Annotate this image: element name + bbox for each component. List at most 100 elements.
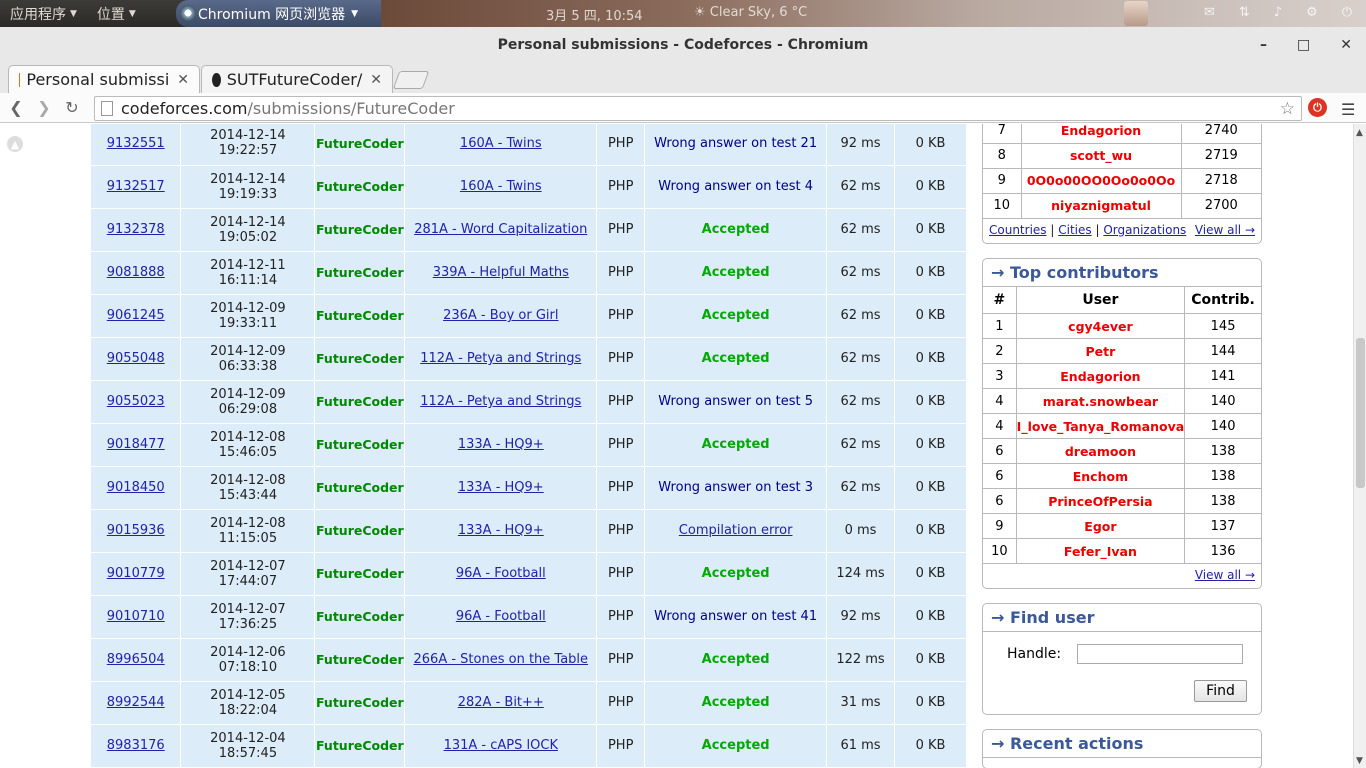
os-apps-menu[interactable]: 应用程序 ▼ [0,0,87,27]
problem-link[interactable]: 282A - Bit++ [458,695,544,710]
problem-link[interactable]: 131A - cAPS lOCK [444,738,558,753]
mail-icon[interactable]: ✉ [1204,5,1215,20]
tab-codeforces[interactable]: Personal submissi ✕ [8,65,200,93]
submission-id-link[interactable]: 8983176 [107,738,165,753]
reload-icon[interactable]: ↻ [58,94,86,122]
submission-author[interactable]: FutureCoder [314,165,406,209]
submission-id-link[interactable]: 9018477 [107,437,165,452]
submission-id-link[interactable]: 8996504 [107,652,165,667]
submission-author[interactable]: FutureCoder [314,337,406,381]
user-link[interactable]: 0O0o00OO0Oo0o0Oo [1021,168,1182,194]
user-link[interactable]: cgy4ever [1016,313,1186,339]
scrollbar-thumb[interactable] [1356,338,1365,488]
problem-link[interactable]: 133A - HQ9+ [458,523,544,538]
submission-author[interactable]: FutureCoder [314,380,406,424]
submission-author[interactable]: FutureCoder [314,294,406,338]
maximize-icon[interactable]: □ [1297,37,1310,53]
extension-icon[interactable]: ⏻ [1308,98,1327,117]
submission-author[interactable]: FutureCoder [314,509,406,553]
submission-author[interactable]: FutureCoder [314,251,406,295]
bookmark-star-icon[interactable]: ☆ [1280,99,1295,119]
submission-id-link[interactable]: 9055048 [107,351,165,366]
close-icon[interactable]: ✕ [1340,37,1352,53]
countries-link[interactable]: Countries [989,223,1047,237]
problem-link[interactable]: 266A - Stones on the Table [414,652,589,667]
problem-link[interactable]: 112A - Petya and Strings [420,351,581,366]
scroll-up-icon[interactable]: ▲ [7,136,23,152]
user-avatar[interactable] [1124,1,1148,26]
scroll-up-arrow-icon[interactable]: ▲ [1356,128,1363,138]
submission-id-link[interactable]: 9132378 [107,222,165,237]
submission-author[interactable]: FutureCoder [314,552,406,596]
os-places-menu[interactable]: 位置 ▼ [87,0,146,27]
close-tab-icon[interactable]: ✕ [177,72,189,88]
user-link[interactable]: Petr [1016,338,1186,364]
os-weather[interactable]: ☀ Clear Sky, 6 °C [694,5,807,20]
back-icon[interactable]: ❮ [2,94,30,122]
close-tab-icon[interactable]: ✕ [370,72,382,88]
submission-id-link[interactable]: 8992544 [107,695,165,710]
submission-id-link[interactable]: 9010710 [107,609,165,624]
user-link[interactable]: marat.snowbear [1016,388,1186,414]
problem-link[interactable]: 339A - Helpful Maths [433,265,569,280]
submission-author[interactable]: FutureCoder [314,595,406,639]
problem-link[interactable]: 133A - HQ9+ [458,480,544,495]
problem-link[interactable]: 281A - Word Capitalization [414,222,587,237]
top-contributors-view-all-link[interactable]: View all → [1195,568,1255,584]
top-rated-view-all-link[interactable]: View all → [1195,223,1255,239]
find-button[interactable]: Find [1194,680,1247,702]
submission-author[interactable]: FutureCoder [314,208,406,252]
submission-author[interactable]: FutureCoder [314,124,406,166]
organizations-link[interactable]: Organizations [1103,223,1186,237]
submission-author[interactable]: FutureCoder [314,423,406,467]
chevron-down-icon: ▼ [70,8,77,19]
submission-id-link[interactable]: 9018450 [107,480,165,495]
submission-author[interactable]: FutureCoder [314,638,406,682]
os-active-app-menu[interactable]: Chromium 网页浏览器 ▼ [176,0,381,27]
user-link[interactable]: Egor [1016,513,1186,539]
user-link[interactable]: I_love_Tanya_Romanova [1016,413,1186,439]
submission-author[interactable]: FutureCoder [314,681,406,725]
problem-link[interactable]: 112A - Petya and Strings [420,394,581,409]
chrome-menu-icon[interactable]: ☰ [1341,100,1355,119]
power-icon[interactable]: ⏻ [1342,5,1352,20]
submission-id-link[interactable]: 9015936 [107,523,165,538]
problem-link[interactable]: 236A - Boy or Girl [443,308,558,323]
user-link[interactable]: scott_wu [1021,143,1182,169]
new-tab-button[interactable] [392,71,430,89]
problem-link[interactable]: 96A - Football [456,566,546,581]
gear-icon[interactable]: ⚙ [1306,5,1318,20]
scroll-down-arrow-icon[interactable]: ▼ [1356,756,1363,766]
submission-row: 8983176 2014-12-04 18:57:45 FutureCoder 131A… [91,724,967,768]
submission-author[interactable]: FutureCoder [314,724,406,768]
problem-link[interactable]: 133A - HQ9+ [458,437,544,452]
address-bar[interactable]: codeforces.com/submissions/FutureCoder ☆ [94,96,1302,121]
user-link[interactable]: niyaznigmatul [1021,193,1182,219]
sound-icon[interactable]: ♪ [1274,5,1282,20]
os-clock[interactable]: 3月 5 四, 10:54 [546,5,643,24]
cities-link[interactable]: Cities [1058,223,1091,237]
user-link[interactable]: PrinceOfPersia [1016,488,1186,514]
problem-link[interactable]: 160A - Twins [460,136,542,151]
problem-link[interactable]: 96A - Football [456,609,546,624]
minimize-icon[interactable]: – [1260,37,1267,53]
user-link[interactable]: Fefer_Ivan [1016,538,1186,564]
submission-id-link[interactable]: 9010779 [107,566,165,581]
submission-verdict[interactable]: Compilation error [644,509,828,553]
submission-id-link[interactable]: 9061245 [107,308,165,323]
user-link[interactable]: Endagorion [1021,124,1182,144]
submission-author[interactable]: FutureCoder [314,466,406,510]
network-icon[interactable]: ⇅ [1239,5,1250,20]
user-link[interactable]: dreamoon [1016,438,1186,464]
submission-id-link[interactable]: 9132551 [107,136,165,151]
page-scrollbar[interactable]: ▲ ▼ [1353,124,1366,768]
problem-link[interactable]: 160A - Twins [460,179,542,194]
tab-github[interactable]: SUTFutureCoder/ ✕ [201,65,393,93]
submission-id-link[interactable]: 9055023 [107,394,165,409]
user-link[interactable]: Enchom [1016,463,1186,489]
user-link[interactable]: Endagorion [1016,363,1186,389]
submission-id-link[interactable]: 9081888 [107,265,165,280]
forward-icon[interactable]: ❯ [30,94,58,122]
submission-id-link[interactable]: 9132517 [107,179,165,194]
handle-input[interactable] [1077,644,1244,664]
